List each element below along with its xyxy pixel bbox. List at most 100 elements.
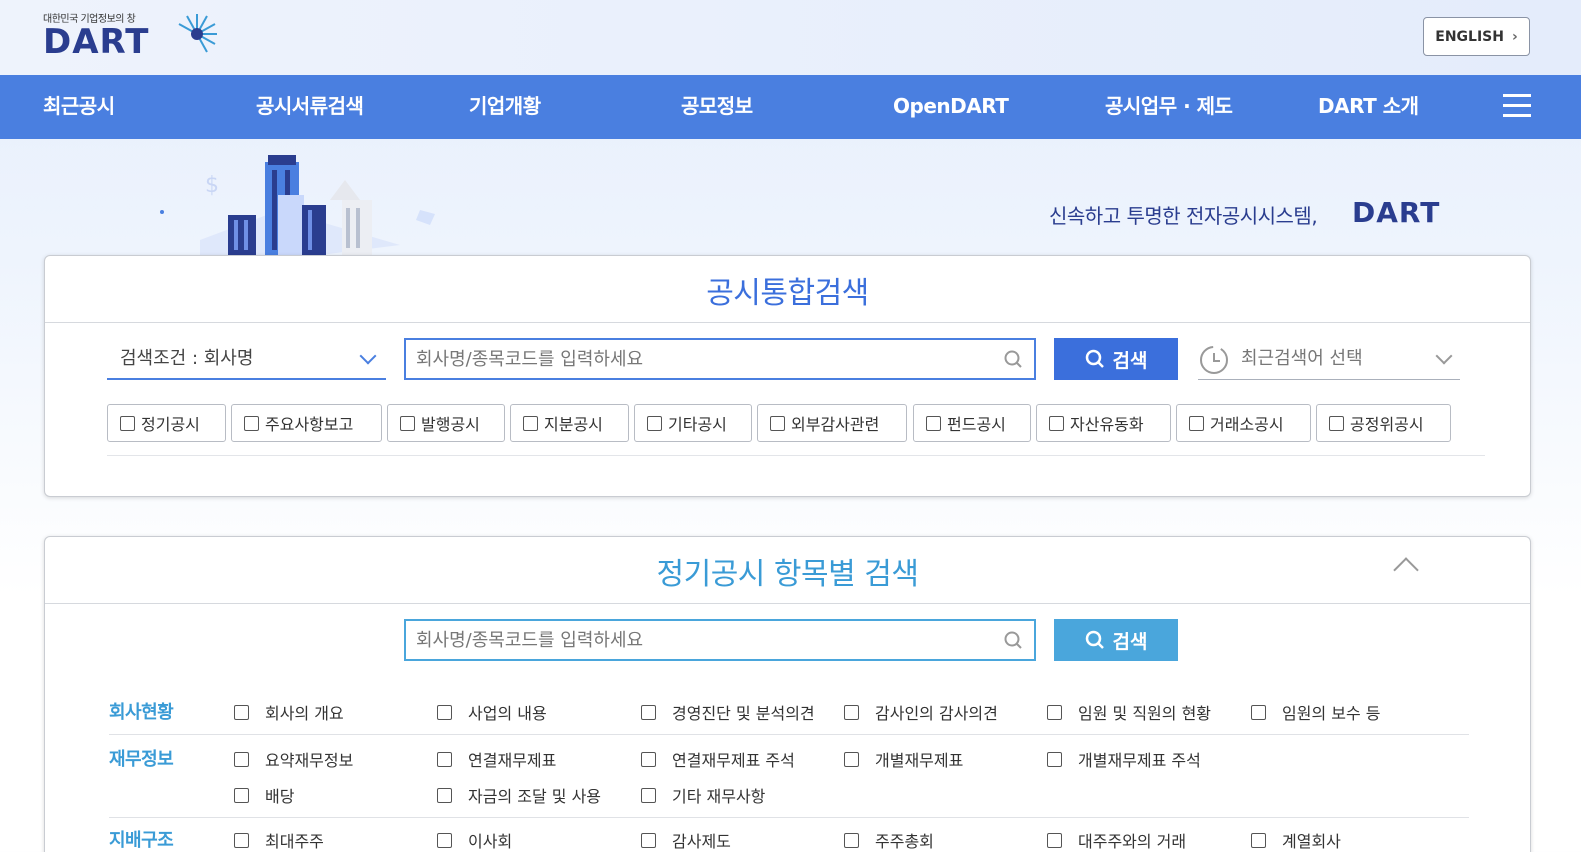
item-checkbox[interactable]: 경영진단 및 분석의견 bbox=[641, 700, 815, 724]
checkbox[interactable] bbox=[244, 415, 259, 431]
item-checkbox[interactable]: 사업의 내용 bbox=[437, 700, 547, 724]
checkbox[interactable] bbox=[437, 704, 452, 720]
item-checkbox[interactable]: 계열회사 bbox=[1251, 828, 1341, 852]
nav-disclosure-system[interactable]: 공시업무 · 제도 bbox=[1105, 75, 1233, 139]
item-label: 배당 bbox=[265, 787, 295, 806]
filter-label: 정기공시 bbox=[141, 415, 200, 434]
item-label: 자금의 조달 및 사용 bbox=[468, 787, 602, 806]
english-button[interactable]: ENGLISH › bbox=[1423, 17, 1530, 56]
filter-major-report[interactable]: 주요사항보고 bbox=[231, 404, 382, 442]
category-governance: 지배구조 bbox=[109, 830, 174, 851]
item-checkbox[interactable]: 자금의 조달 및 사용 bbox=[437, 783, 601, 807]
filter-equity[interactable]: 지분공시 bbox=[510, 404, 629, 442]
filter-fund[interactable]: 펀드공시 bbox=[913, 404, 1031, 442]
item-label: 주주총회 bbox=[875, 832, 934, 851]
nav-offering-info[interactable]: 공모정보 bbox=[681, 75, 753, 139]
filter-ftc[interactable]: 공정위공시 bbox=[1316, 404, 1451, 442]
item-checkbox[interactable]: 배당 bbox=[234, 783, 294, 807]
dart-logo[interactable]: 대한민국 기업정보의 창 DART bbox=[43, 10, 218, 62]
filter-regular[interactable]: 정기공시 bbox=[107, 404, 226, 442]
english-button-label: ENGLISH bbox=[1435, 28, 1504, 45]
checkbox[interactable] bbox=[1251, 832, 1266, 848]
nav-recent-disclosure[interactable]: 최근공시 bbox=[43, 75, 115, 139]
filter-other[interactable]: 기타공시 bbox=[634, 404, 752, 442]
checkbox[interactable] bbox=[1251, 704, 1266, 720]
filter-issuance[interactable]: 발행공시 bbox=[387, 404, 505, 442]
search-condition-label: 검색조건 : 회사명 bbox=[120, 348, 254, 369]
filter-exchange[interactable]: 거래소공시 bbox=[1176, 404, 1311, 442]
checkbox[interactable] bbox=[437, 751, 452, 767]
item-search-button[interactable]: 검색 bbox=[1054, 619, 1178, 661]
checkbox[interactable] bbox=[844, 704, 859, 720]
filter-external-audit[interactable]: 외부감사관련 bbox=[757, 404, 907, 442]
search-button-label: 검색 bbox=[1112, 630, 1148, 653]
item-search-title: 정기공시 항목별 검색 bbox=[656, 557, 919, 592]
item-checkbox[interactable]: 요약재무정보 bbox=[234, 747, 353, 771]
item-checkbox[interactable]: 연결재무제표 bbox=[437, 747, 556, 771]
item-checkbox[interactable]: 이사회 bbox=[437, 828, 512, 852]
checkbox[interactable] bbox=[1047, 832, 1062, 848]
checkbox[interactable] bbox=[641, 787, 656, 803]
checkbox[interactable] bbox=[1047, 704, 1062, 720]
item-company-search-box bbox=[404, 619, 1036, 661]
integrated-search-button[interactable]: 검색 bbox=[1054, 338, 1178, 380]
item-label: 임원 및 직원의 현황 bbox=[1078, 704, 1212, 723]
nav-about-dart[interactable]: DART 소개 bbox=[1318, 75, 1419, 139]
checkbox[interactable] bbox=[437, 832, 452, 848]
checkbox[interactable] bbox=[234, 704, 249, 720]
checkbox[interactable] bbox=[641, 704, 656, 720]
item-checkbox[interactable]: 감사인의 감사의견 bbox=[844, 700, 998, 724]
checkbox[interactable] bbox=[1189, 415, 1204, 431]
menu-icon[interactable] bbox=[1503, 94, 1531, 118]
filter-label: 기타공시 bbox=[668, 415, 727, 434]
item-checkbox[interactable]: 감사제도 bbox=[641, 828, 731, 852]
checkbox[interactable] bbox=[523, 415, 538, 431]
banner-slogan: 신속하고 투명한 전자공시시스템, bbox=[1049, 204, 1318, 228]
item-label: 요약재무정보 bbox=[265, 751, 354, 770]
checkbox[interactable] bbox=[844, 751, 859, 767]
filter-label: 공정위공시 bbox=[1350, 415, 1424, 434]
nav-company-overview[interactable]: 기업개황 bbox=[469, 75, 541, 139]
item-company-search-input[interactable] bbox=[416, 625, 986, 655]
item-checkbox[interactable]: 임원 및 직원의 현황 bbox=[1047, 700, 1211, 724]
checkbox[interactable] bbox=[641, 832, 656, 848]
checkbox[interactable] bbox=[1329, 415, 1344, 431]
item-checkbox[interactable]: 대주주와의 거래 bbox=[1047, 828, 1186, 852]
checkbox[interactable] bbox=[437, 787, 452, 803]
search-condition-select[interactable]: 검색조건 : 회사명 bbox=[107, 342, 386, 380]
checkbox[interactable] bbox=[844, 832, 859, 848]
checkbox[interactable] bbox=[234, 751, 249, 767]
item-checkbox[interactable]: 최대주주 bbox=[234, 828, 324, 852]
item-checkbox[interactable]: 임원의 보수 등 bbox=[1251, 700, 1381, 724]
item-checkbox[interactable]: 개별재무제표 bbox=[844, 747, 963, 771]
filter-asset-securitization[interactable]: 자산유동화 bbox=[1036, 404, 1171, 442]
recent-search-select[interactable]: 최근검색어 선택 bbox=[1198, 342, 1460, 380]
item-checkbox[interactable]: 개별재무제표 주석 bbox=[1047, 747, 1201, 771]
item-label: 기타 재무사항 bbox=[672, 787, 766, 806]
city-illustration: $ bbox=[160, 155, 435, 255]
checkbox[interactable] bbox=[926, 415, 941, 431]
checkbox[interactable] bbox=[234, 832, 249, 848]
checkbox[interactable] bbox=[647, 415, 662, 431]
checkbox[interactable] bbox=[1047, 751, 1062, 767]
checkbox[interactable] bbox=[770, 415, 785, 431]
filter-label: 거래소공시 bbox=[1210, 415, 1284, 434]
checkbox[interactable] bbox=[234, 787, 249, 803]
item-label: 임원의 보수 등 bbox=[1282, 704, 1381, 723]
item-label: 이사회 bbox=[468, 832, 513, 851]
checkbox[interactable] bbox=[400, 415, 415, 431]
nav-document-search[interactable]: 공시서류검색 bbox=[256, 75, 364, 139]
filter-label: 발행공시 bbox=[421, 415, 480, 434]
item-checkbox[interactable]: 회사의 개요 bbox=[234, 700, 344, 724]
checkbox[interactable] bbox=[641, 751, 656, 767]
filter-label: 펀드공시 bbox=[947, 415, 1006, 434]
item-checkbox[interactable]: 기타 재무사항 bbox=[641, 783, 765, 807]
checkbox[interactable] bbox=[1049, 415, 1064, 431]
item-checkbox[interactable]: 연결재무제표 주석 bbox=[641, 747, 795, 771]
checkbox[interactable] bbox=[120, 415, 135, 431]
company-search-input[interactable] bbox=[416, 344, 986, 374]
item-label: 감사인의 감사의견 bbox=[875, 704, 998, 723]
chevron-right-icon: › bbox=[1511, 28, 1518, 45]
item-checkbox[interactable]: 주주총회 bbox=[844, 828, 934, 852]
nav-opendart[interactable]: OpenDART bbox=[893, 75, 1009, 139]
